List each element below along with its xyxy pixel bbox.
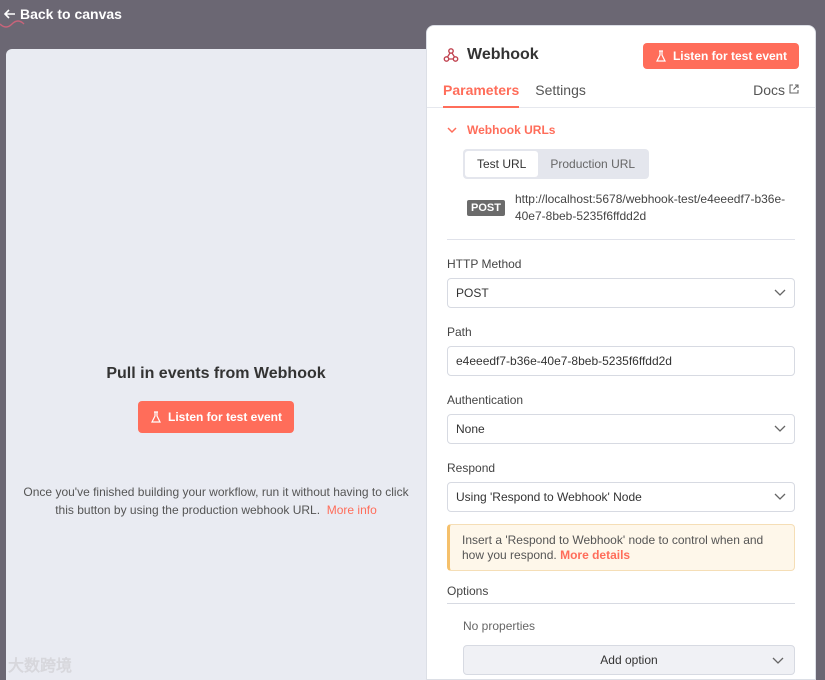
http-method-badge: POST bbox=[467, 200, 505, 216]
test-url-tab[interactable]: Test URL bbox=[465, 151, 539, 177]
docs-label: Docs bbox=[753, 82, 785, 98]
url-type-switch: Test URL Production URL bbox=[463, 149, 650, 179]
chevron-down-icon bbox=[772, 657, 784, 664]
more-details-link[interactable]: More details bbox=[560, 548, 630, 562]
listen-button-label: Listen for test event bbox=[167, 410, 283, 424]
node-name: Webhook bbox=[467, 46, 539, 63]
panel-header: Webhook Listen for test event Parameters… bbox=[427, 26, 815, 108]
respond-value: Using 'Respond to Webhook' Node bbox=[456, 490, 642, 504]
empty-state: Pull in events from Webhook Listen for t… bbox=[6, 365, 426, 519]
tab-parameters[interactable]: Parameters bbox=[443, 82, 520, 108]
path-value: e4eeedf7-b36e-40e7-8beb-5235f6ffdd2d bbox=[456, 354, 672, 368]
http-method-value: POST bbox=[456, 286, 489, 300]
watermark: 大数跨境 bbox=[8, 652, 72, 676]
input-pane: Pull in events from Webhook Listen for t… bbox=[6, 49, 432, 680]
divider bbox=[447, 239, 795, 240]
node-parameters-panel: Webhook Listen for test event Parameters… bbox=[426, 25, 816, 680]
webhook-urls-toggle[interactable]: Webhook URLs bbox=[447, 123, 795, 137]
webhook-url-row[interactable]: POST http://localhost:5678/webhook-test/… bbox=[467, 191, 795, 225]
watermark-text: 大数跨境 bbox=[8, 658, 73, 675]
path-input[interactable]: e4eeedf7-b36e-40e7-8beb-5235f6ffdd2d bbox=[447, 346, 795, 376]
chevron-down-icon bbox=[774, 425, 786, 432]
webhook-urls-heading: Webhook URLs bbox=[467, 123, 556, 137]
back-label: Back to canvas bbox=[20, 6, 122, 22]
flask-icon bbox=[151, 411, 161, 423]
chevron-down-icon bbox=[774, 493, 786, 500]
respond-notice: Insert a 'Respond to Webhook' node to co… bbox=[447, 524, 795, 571]
docs-link[interactable]: Docs bbox=[753, 82, 799, 108]
no-properties-text: No properties bbox=[463, 619, 536, 633]
respond-label: Respond bbox=[447, 461, 496, 475]
http-method-select[interactable]: POST bbox=[447, 278, 795, 308]
empty-state-title: Pull in events from Webhook bbox=[106, 365, 326, 382]
external-link-icon bbox=[789, 84, 799, 94]
tab-settings[interactable]: Settings bbox=[535, 82, 586, 108]
respond-select[interactable]: Using 'Respond to Webhook' Node bbox=[447, 482, 795, 512]
production-hint: Once you've finished building your workf… bbox=[16, 483, 416, 519]
http-method-label: HTTP Method bbox=[447, 257, 522, 271]
canvas-connection-icon bbox=[0, 20, 25, 28]
authentication-select[interactable]: None bbox=[447, 414, 795, 444]
authentication-label: Authentication bbox=[447, 393, 524, 407]
authentication-value: None bbox=[456, 422, 485, 436]
flask-icon bbox=[655, 50, 666, 62]
production-url-tab[interactable]: Production URL bbox=[538, 151, 647, 177]
node-title: Webhook bbox=[443, 46, 539, 64]
add-option-button[interactable]: Add option bbox=[463, 645, 795, 675]
header-listen-test-event-button[interactable]: Listen for test event bbox=[642, 43, 799, 69]
more-info-link[interactable]: More info bbox=[327, 503, 377, 517]
header-listen-label: Listen for test event bbox=[672, 49, 787, 63]
listen-test-event-button[interactable]: Listen for test event bbox=[137, 401, 295, 433]
options-label: Options bbox=[447, 584, 795, 604]
add-option-label: Add option bbox=[600, 653, 658, 667]
chevron-down-icon bbox=[447, 127, 457, 134]
chevron-down-icon bbox=[774, 289, 786, 296]
parameters-body: Webhook URLs Test URL Production URL POS… bbox=[427, 109, 815, 679]
webhook-url[interactable]: http://localhost:5678/webhook-test/e4eee… bbox=[515, 191, 790, 225]
webhook-icon bbox=[443, 48, 459, 62]
panel-tabs: Parameters Settings Docs bbox=[443, 82, 799, 108]
path-label: Path bbox=[447, 325, 472, 339]
